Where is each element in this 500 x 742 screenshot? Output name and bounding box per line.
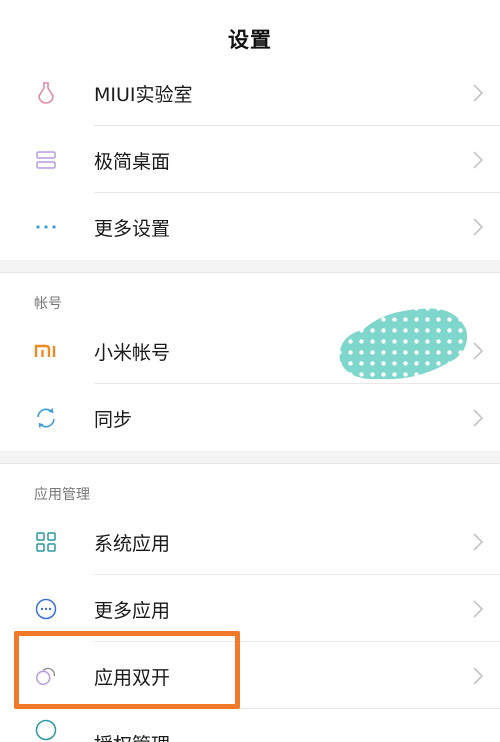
settings-item-label: 授权管理 <box>94 730 170 742</box>
divider <box>94 574 500 575</box>
permission-icon <box>34 718 58 742</box>
section-title: 应用管理 <box>34 487 90 503</box>
chevron-right-icon <box>473 151 484 169</box>
settings-item-label: 更多设置 <box>94 217 171 240</box>
section-gap <box>0 260 500 272</box>
grid-apps-icon <box>34 530 58 554</box>
settings-item-label: 同步 <box>94 408 133 431</box>
divider <box>94 708 500 709</box>
settings-item-more-apps[interactable]: 更多应用 <box>0 576 500 642</box>
settings-item-label: MIUI实验室 <box>94 83 193 106</box>
mi-logo-icon <box>34 339 58 363</box>
settings-item-simple-desktop[interactable]: 极简桌面 <box>0 127 500 193</box>
page-title: 设置 <box>228 27 272 52</box>
settings-item-system-apps[interactable]: 系统应用 <box>0 509 500 575</box>
chevron-right-icon <box>473 409 484 427</box>
settings-item-label: 小米帐号 <box>94 341 171 364</box>
chevron-right-icon <box>473 218 484 236</box>
more-circle-icon <box>34 597 58 621</box>
settings-item-sync[interactable]: 同步 <box>0 385 500 451</box>
polka-dot-sticker <box>339 308 468 380</box>
settings-item-label: 系统应用 <box>94 532 171 555</box>
settings-item-permissions[interactable]: 授权管理 <box>0 710 500 742</box>
simple-desktop-icon <box>34 148 58 172</box>
section-gap <box>0 451 500 463</box>
chevron-right-icon <box>473 84 484 102</box>
divider <box>94 192 500 193</box>
settings-item-miui-lab[interactable]: MIUI实验室 <box>0 60 500 126</box>
chevron-right-icon <box>473 342 484 360</box>
settings-item-label: 应用双开 <box>94 666 171 689</box>
more-dots-icon <box>34 215 58 239</box>
divider <box>94 125 500 126</box>
settings-item-label: 更多应用 <box>94 599 171 622</box>
sync-icon <box>34 406 58 430</box>
settings-item-dual-apps[interactable]: 应用双开 <box>0 643 500 709</box>
chevron-right-icon <box>473 667 484 685</box>
settings-item-more-settings[interactable]: 更多设置 <box>0 194 500 260</box>
chevron-right-icon <box>473 600 484 618</box>
section-title: 帐号 <box>34 296 62 312</box>
flask-icon <box>34 81 58 105</box>
settings-item-label: 极简桌面 <box>94 150 171 173</box>
divider <box>94 641 500 642</box>
dual-app-icon <box>34 664 58 688</box>
chevron-right-icon <box>473 533 484 551</box>
